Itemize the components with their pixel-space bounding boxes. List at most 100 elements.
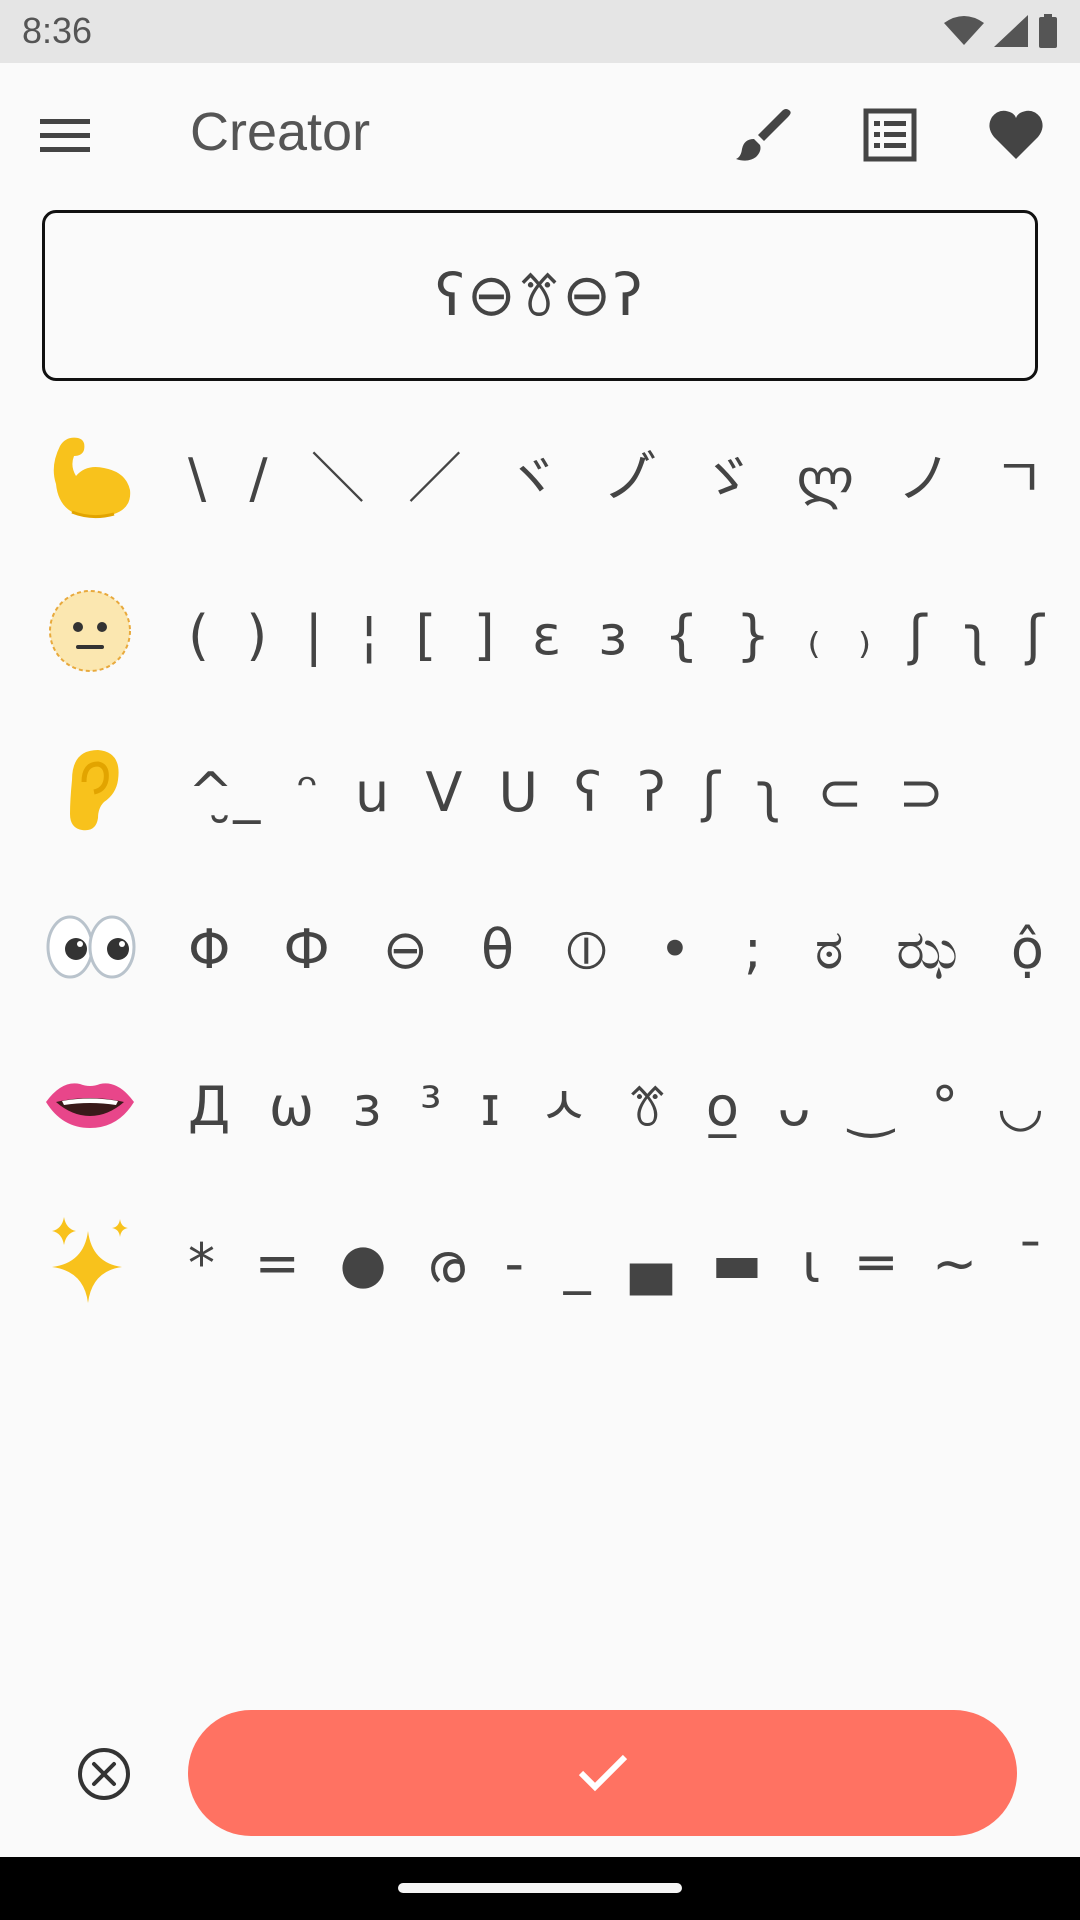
char-button[interactable]: ⊂ [815, 762, 864, 824]
char-button[interactable]: ● [337, 1233, 388, 1295]
char-button[interactable]: u [353, 762, 391, 824]
menu-button[interactable] [40, 107, 106, 163]
char-button[interactable]: ノ [895, 448, 953, 510]
char-button[interactable]: ° [929, 1076, 960, 1138]
wifi-icon [944, 16, 984, 45]
category-button-arms[interactable] [42, 426, 138, 522]
preview-text: ʕ⊖ꔢ⊖ʔ [435, 261, 645, 329]
char-button[interactable]: \ [186, 448, 208, 510]
brush-icon [736, 109, 791, 161]
page-title: Creator [190, 102, 371, 162]
char-button[interactable]: ⊖ [381, 919, 430, 981]
char-button[interactable]: ʃ [1024, 605, 1046, 667]
category-row-arms: \ / ＼ ／ ヾ ノ゙ ゞ ლ ノ ㄱ [0, 400, 1080, 557]
char-button[interactable]: Д [186, 1076, 232, 1138]
char-button[interactable]: ◡ [995, 1076, 1046, 1138]
char-button[interactable]: [ [413, 605, 438, 667]
char-button[interactable]: ᵔ [294, 762, 320, 824]
char-button[interactable]: | [303, 605, 325, 667]
char-button[interactable]: ⦶ [565, 919, 608, 981]
char-button[interactable]: ɜ [596, 605, 629, 667]
cell-signal-icon [994, 15, 1028, 47]
char-button[interactable]: ¯ [1015, 1233, 1046, 1295]
char-button[interactable]: Φ [186, 919, 233, 981]
char-button[interactable]: ₎ [856, 605, 873, 667]
char-button[interactable]: ɪ [478, 1076, 502, 1138]
status-icons [944, 12, 1058, 50]
char-button[interactable]: ¦ [358, 605, 380, 667]
char-button[interactable]: ꔢ [625, 1076, 669, 1138]
char-button[interactable]: ㅅ [537, 1076, 591, 1138]
char-button[interactable]: ゞ [697, 448, 755, 510]
char-button[interactable]: ^̮_ [186, 762, 262, 824]
char-button[interactable]: { [662, 605, 700, 667]
char-button[interactable]: U [497, 762, 541, 824]
char-button[interactable]: ノ゙ [600, 448, 658, 510]
char-button[interactable]: ʅ [962, 605, 991, 667]
app-bar: Creator [0, 63, 1080, 207]
char-button[interactable]: ʕ [572, 762, 604, 824]
char-button[interactable]: ʅ [754, 762, 783, 824]
char-button[interactable]: } [734, 605, 772, 667]
char-button[interactable]: ＼ [309, 448, 367, 510]
favorites-button[interactable] [986, 105, 1046, 165]
char-button[interactable]: - [502, 1233, 526, 1295]
char-button[interactable]: o̲ [704, 1076, 741, 1138]
char-button[interactable]: _ [562, 1233, 593, 1295]
char-button[interactable]: ι [800, 1233, 822, 1295]
char-list: \ / ＼ ／ ヾ ノ゙ ゞ ლ ノ ㄱ [186, 400, 1046, 557]
category-button-ears[interactable] [42, 740, 138, 836]
char-button[interactable]: ( [186, 605, 211, 667]
char-button[interactable]: ▬ [709, 1233, 764, 1295]
char-button[interactable]: ᴗ [776, 1076, 813, 1138]
char-button[interactable]: ₍ [805, 605, 822, 667]
list-icon [863, 108, 917, 162]
char-button[interactable]: ] [472, 605, 497, 667]
char-button[interactable]: V [423, 762, 464, 824]
char-button[interactable]: ộ [1009, 919, 1046, 981]
char-button[interactable]: ／ [406, 448, 464, 510]
heart-icon [989, 110, 1043, 159]
category-rows: \ / ＼ ／ ヾ ノ゙ ゞ ლ ノ ㄱ ( ) | ¦ [ ] ɛ ɜ {}… [0, 400, 1080, 1342]
char-button[interactable]: ‿ [847, 1076, 894, 1138]
category-button-mouth[interactable] [42, 1054, 138, 1150]
confirm-button[interactable] [188, 1710, 1017, 1836]
brush-button[interactable] [734, 105, 794, 165]
char-list: ( ) | ¦ [ ] ɛ ɜ { } ₍ ₎ ʃ ʅ ʃ [186, 557, 1046, 714]
char-button[interactable]: * [186, 1233, 217, 1295]
char-button[interactable]: ∼ [930, 1233, 979, 1295]
char-button[interactable]: ω [267, 1076, 316, 1138]
category-button-face-outline[interactable] [42, 583, 138, 679]
char-button[interactable]: • [657, 919, 693, 981]
char-button[interactable]: Ф [281, 919, 332, 981]
char-button[interactable]: ▄ [628, 1233, 674, 1295]
char-button[interactable]: ლ [795, 448, 856, 510]
char-button[interactable]: ; [742, 919, 764, 981]
char-button[interactable]: ര [424, 1233, 467, 1295]
char-button[interactable]: ɛ [530, 605, 563, 667]
char-button[interactable]: = [253, 1233, 302, 1295]
char-button[interactable]: ಝ [894, 919, 960, 981]
char-button[interactable]: ) [244, 605, 269, 667]
flexed-biceps-icon [53, 437, 131, 519]
neutral-face-icon [49, 590, 131, 672]
char-button[interactable]: ʃ [906, 605, 928, 667]
char-button[interactable]: ಠ [813, 919, 846, 981]
char-button[interactable]: θ [479, 919, 516, 981]
char-button[interactable]: ³ [418, 1076, 444, 1138]
clear-button[interactable] [76, 1746, 132, 1802]
char-button[interactable]: ㄱ [992, 448, 1046, 510]
char-button[interactable]: ⊃ [897, 762, 946, 824]
char-button[interactable]: ʔ [636, 762, 668, 824]
char-button[interactable]: ʃ [700, 762, 722, 824]
char-button[interactable]: / [247, 448, 269, 510]
home-gesture-handle[interactable] [398, 1883, 682, 1893]
char-button[interactable]: ═ [858, 1233, 895, 1295]
char-button[interactable]: ɜ [351, 1076, 384, 1138]
list-button[interactable] [860, 105, 920, 165]
category-button-eyes[interactable] [42, 897, 138, 993]
category-row-face-outline: ( ) | ¦ [ ] ɛ ɜ { } ₍ ₎ ʃ ʅ ʃ [0, 557, 1080, 714]
char-button[interactable]: ヾ [503, 448, 561, 510]
preview-box[interactable]: ʕ⊖ꔢ⊖ʔ [42, 210, 1038, 381]
category-button-extras[interactable] [42, 1211, 138, 1307]
